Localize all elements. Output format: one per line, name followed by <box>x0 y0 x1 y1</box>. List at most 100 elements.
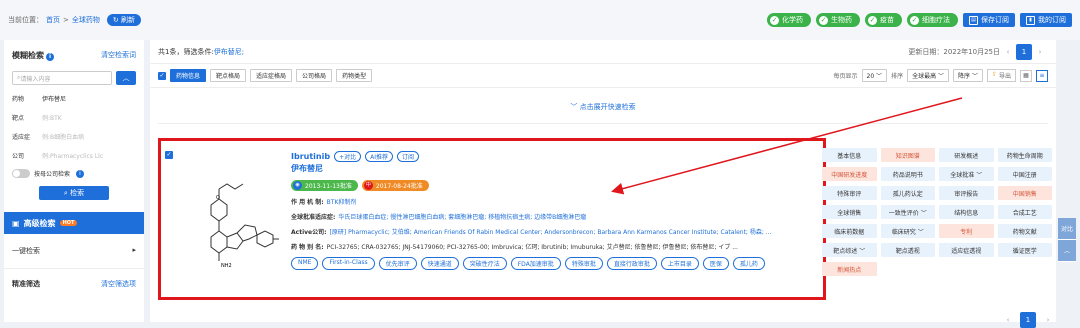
parent-company-toggle[interactable] <box>12 169 30 178</box>
expand-quick-search[interactable]: ﹀ 点击展开快速检索 <box>158 88 1048 124</box>
tab-indication[interactable]: 适应症格局 <box>250 69 293 82</box>
detail-link[interactable]: 中国注册 <box>997 167 1052 181</box>
filter-label: 生物药 <box>831 16 852 24</box>
detail-link[interactable]: 临床前数据 <box>822 224 877 238</box>
field-target[interactable]: 靶点 例:BTK <box>4 108 144 127</box>
tag[interactable]: First-in-Class <box>322 257 375 270</box>
mechanism-value[interactable]: BTK抑制剂 <box>327 197 357 206</box>
filter-biologic[interactable]: ✓ 生物药 <box>816 13 860 27</box>
tag[interactable]: 医保 <box>702 257 729 270</box>
detail-link[interactable]: 新闻热点 <box>822 262 877 276</box>
sort-order-select[interactable]: 降序 ﹀ <box>953 69 983 82</box>
tag[interactable]: 突破性疗法 <box>462 257 507 270</box>
drug-name-cn[interactable]: 伊布替尼 <box>291 163 811 174</box>
detail-link[interactable]: 知识图谱 <box>880 148 935 162</box>
detail-link[interactable]: 靶点透视 <box>880 243 935 257</box>
list-view-icon[interactable]: ≡ <box>1036 69 1048 82</box>
tab-drug-info[interactable]: 药物信息 <box>170 69 207 82</box>
field-value[interactable]: 例:BTK <box>42 113 62 122</box>
subscribe-button[interactable]: 订阅 <box>396 151 419 162</box>
grid-view-icon[interactable]: ▦ <box>1020 69 1032 82</box>
detail-link[interactable]: 适应症透视 <box>939 243 994 257</box>
collapse-button[interactable]: ︿ <box>116 71 136 85</box>
export-button[interactable]: ⇧ 导出 <box>986 69 1016 82</box>
field-indication[interactable]: 适应症 例:B细胞白血病 <box>4 127 144 146</box>
mechanism-row: 作 用 机 制: BTK抑制剂 <box>291 197 811 206</box>
tab-drug-type[interactable]: 药物类型 <box>336 69 373 82</box>
detail-link[interactable]: 专利 <box>939 224 994 238</box>
detail-link[interactable]: 结构信息 <box>939 205 994 219</box>
tab-company[interactable]: 公司格局 <box>296 69 333 82</box>
breadcrumb-home[interactable]: 首页 <box>46 15 60 25</box>
tag[interactable]: 特殊审批 <box>564 257 603 270</box>
breadcrumb-current[interactable]: 全球药物 <box>72 15 100 25</box>
detail-link[interactable]: 药物生命周期 <box>997 148 1052 162</box>
company-value[interactable]: [原研] Pharmacyclic; 艾伯维; American Friends… <box>330 227 772 236</box>
select-all-checkbox[interactable]: ✓ <box>158 71 166 80</box>
filter-cell-therapy[interactable]: ✓ 细胞疗法 <box>907 13 958 27</box>
field-drug[interactable]: 药物 伊布替尼 <box>4 89 144 108</box>
refresh-label: 刷新 <box>120 16 135 24</box>
clear-terms-link[interactable]: 清空检索词 <box>101 50 136 61</box>
info-icon[interactable]: i <box>46 53 54 61</box>
detail-link[interactable]: 一致性评价 ﹀ <box>880 205 935 219</box>
detail-link[interactable]: 研发概述 <box>939 148 994 162</box>
drug-card: ✓ O NH2 Ibrutinib +对比 AI推荐 订阅 伊布替尼 ◉ 201… <box>158 138 826 300</box>
search-button[interactable]: ⌕ 检索 <box>39 186 109 200</box>
compare-float-button[interactable]: 对比 <box>1058 218 1076 240</box>
one-click-search[interactable]: 一键检索 ▸ <box>4 234 144 269</box>
drug-checkbox[interactable]: ✓ <box>165 151 173 159</box>
prev-page[interactable]: ‹ <box>1000 312 1016 328</box>
clear-filter-link[interactable]: 清空筛选项 <box>101 279 136 289</box>
detail-link[interactable]: 临床研究 ﹀ <box>880 224 935 238</box>
back-to-top-icon[interactable]: ︿ <box>1058 240 1076 262</box>
filter-chemical[interactable]: ✓ 化学药 <box>767 13 811 27</box>
tag[interactable]: 快速通道 <box>420 257 459 270</box>
field-company[interactable]: 公司 例:Pharmacyclics Llc <box>4 146 144 165</box>
next-page[interactable]: › <box>1040 312 1056 328</box>
tag[interactable]: 孤儿药 <box>732 257 765 270</box>
advanced-search[interactable]: ▣ 高级检索 HOT <box>4 212 144 234</box>
tag[interactable]: 直接行政审批 <box>606 257 657 270</box>
my-subscription-button[interactable]: ▮ 我的订阅 <box>1020 13 1072 27</box>
save-subscription-button[interactable]: ▤ 保存订阅 <box>963 13 1015 27</box>
detail-link[interactable]: 孤儿药认定 <box>880 186 935 200</box>
detail-link[interactable]: 基本信息 <box>822 148 877 162</box>
detail-link[interactable]: 全球批准 ﹀ <box>939 167 994 181</box>
field-value[interactable]: 例:Pharmacyclics Llc <box>42 151 103 160</box>
page-1[interactable]: 1 <box>1016 43 1032 60</box>
sort-field-select[interactable]: 全球最高 ﹀ <box>907 69 950 82</box>
filter-vaccine[interactable]: ✓ 疫苗 <box>865 13 902 27</box>
tag[interactable]: 上市目录 <box>660 257 699 270</box>
ai-recommend-button[interactable]: AI推荐 <box>365 151 393 162</box>
page-1[interactable]: 1 <box>1020 312 1036 328</box>
per-page-select[interactable]: 20 ﹀ <box>861 69 888 82</box>
tag[interactable]: FDA加速审批 <box>510 257 561 270</box>
tag[interactable]: NME <box>291 257 319 270</box>
detail-link[interactable]: 靶点综述 ﹀ <box>822 243 877 257</box>
detail-link[interactable]: 特殊审评 <box>822 186 877 200</box>
detail-link[interactable]: 中国研发进度 <box>822 167 877 181</box>
indication-value[interactable]: 华氏巨球蛋白血症; 慢性淋巴细胞白血病; 套细胞淋巴瘤; 移植物抗宿主病; 边缘… <box>338 212 586 221</box>
prev-page[interactable]: ‹ <box>1000 44 1016 60</box>
compare-button[interactable]: +对比 <box>334 151 362 162</box>
check-icon: ✓ <box>819 15 828 25</box>
field-value[interactable]: 伊布替尼 <box>42 94 66 103</box>
breadcrumb-label: 当前位置： <box>8 16 43 24</box>
detail-link[interactable]: 全球销售 <box>822 205 877 219</box>
sidebar-title: 模糊检索 <box>12 51 44 60</box>
detail-link[interactable]: 循证医学 <box>997 243 1052 257</box>
field-value[interactable]: 例:B细胞白血病 <box>42 132 84 141</box>
tag[interactable]: 优先审评 <box>378 257 417 270</box>
detail-link[interactable]: 中国销售 <box>997 186 1052 200</box>
refresh-button[interactable]: ↻ 刷新 <box>106 14 141 26</box>
detail-link[interactable]: 合成工艺 <box>997 205 1052 219</box>
detail-link[interactable]: 审评报告 <box>939 186 994 200</box>
detail-link[interactable]: 药物文献 <box>997 224 1052 238</box>
tab-target[interactable]: 靶点格局 <box>210 69 247 82</box>
detail-link[interactable]: 药品说明书 <box>880 167 935 181</box>
info-icon[interactable]: i <box>76 169 85 178</box>
drug-name-en[interactable]: Ibrutinib <box>291 152 330 161</box>
search-input[interactable]: ⌕ 请输入内容 <box>12 71 112 85</box>
next-page[interactable]: › <box>1032 44 1048 60</box>
